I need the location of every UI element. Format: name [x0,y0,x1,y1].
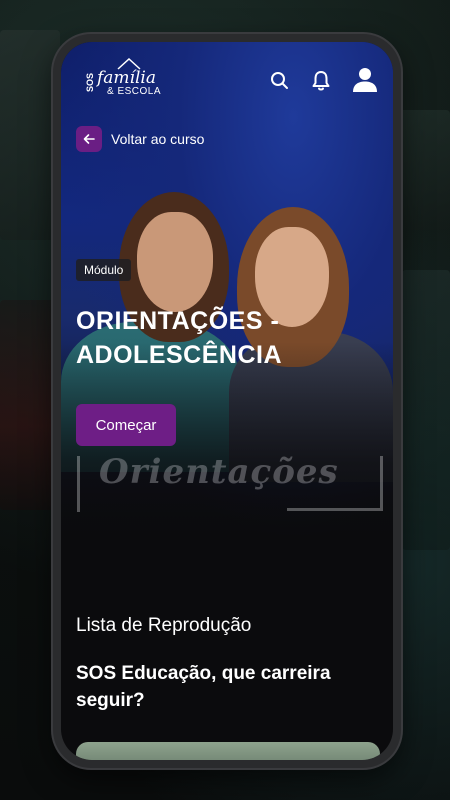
app-logo[interactable]: SOS família & ESCOLA [85,58,165,100]
module-chip: Módulo [76,259,132,281]
watermark-frame-left [77,456,80,512]
bell-icon [312,71,330,91]
notifications-button[interactable] [308,68,334,94]
search-icon [271,72,288,89]
playlist-item-thumbnail[interactable] [76,742,380,760]
logo-main: família [97,68,156,88]
background-thumbnail [402,270,450,550]
search-button[interactable] [267,68,293,94]
logo-sub: & ESCOLA [107,86,162,97]
logo-sos: SOS [85,72,95,92]
start-button[interactable]: Começar [76,404,176,446]
back-to-course-link[interactable]: Voltar ao curso [76,126,204,152]
hero-watermark: Orientações [77,440,383,512]
playlist-heading: Lista de Reprodução [76,615,252,636]
arrow-left-icon [83,134,95,144]
module-title: ORIENTAÇÕES - ADOLESCÊNCIA [76,307,283,369]
user-icon [353,68,377,92]
watermark-frame-right [380,456,383,508]
hero-person-1-face [137,212,213,312]
profile-button[interactable] [349,64,381,96]
phone-frame: SOS família & ESCOLA Voltar ao curso Mód… [53,34,401,768]
back-button[interactable] [76,126,102,152]
app-screen: SOS família & ESCOLA Voltar ao curso Mód… [61,42,393,760]
background-thumbnail [0,30,60,240]
back-label[interactable]: Voltar ao curso [111,131,204,147]
watermark-text: Orientações [99,452,339,492]
watermark-frame-bottom [287,508,383,511]
top-bar: SOS família & ESCOLA [61,42,393,122]
playlist-item-title[interactable]: SOS Educação, que carreira seguir? [76,660,376,714]
background-thumbnail [0,300,58,510]
